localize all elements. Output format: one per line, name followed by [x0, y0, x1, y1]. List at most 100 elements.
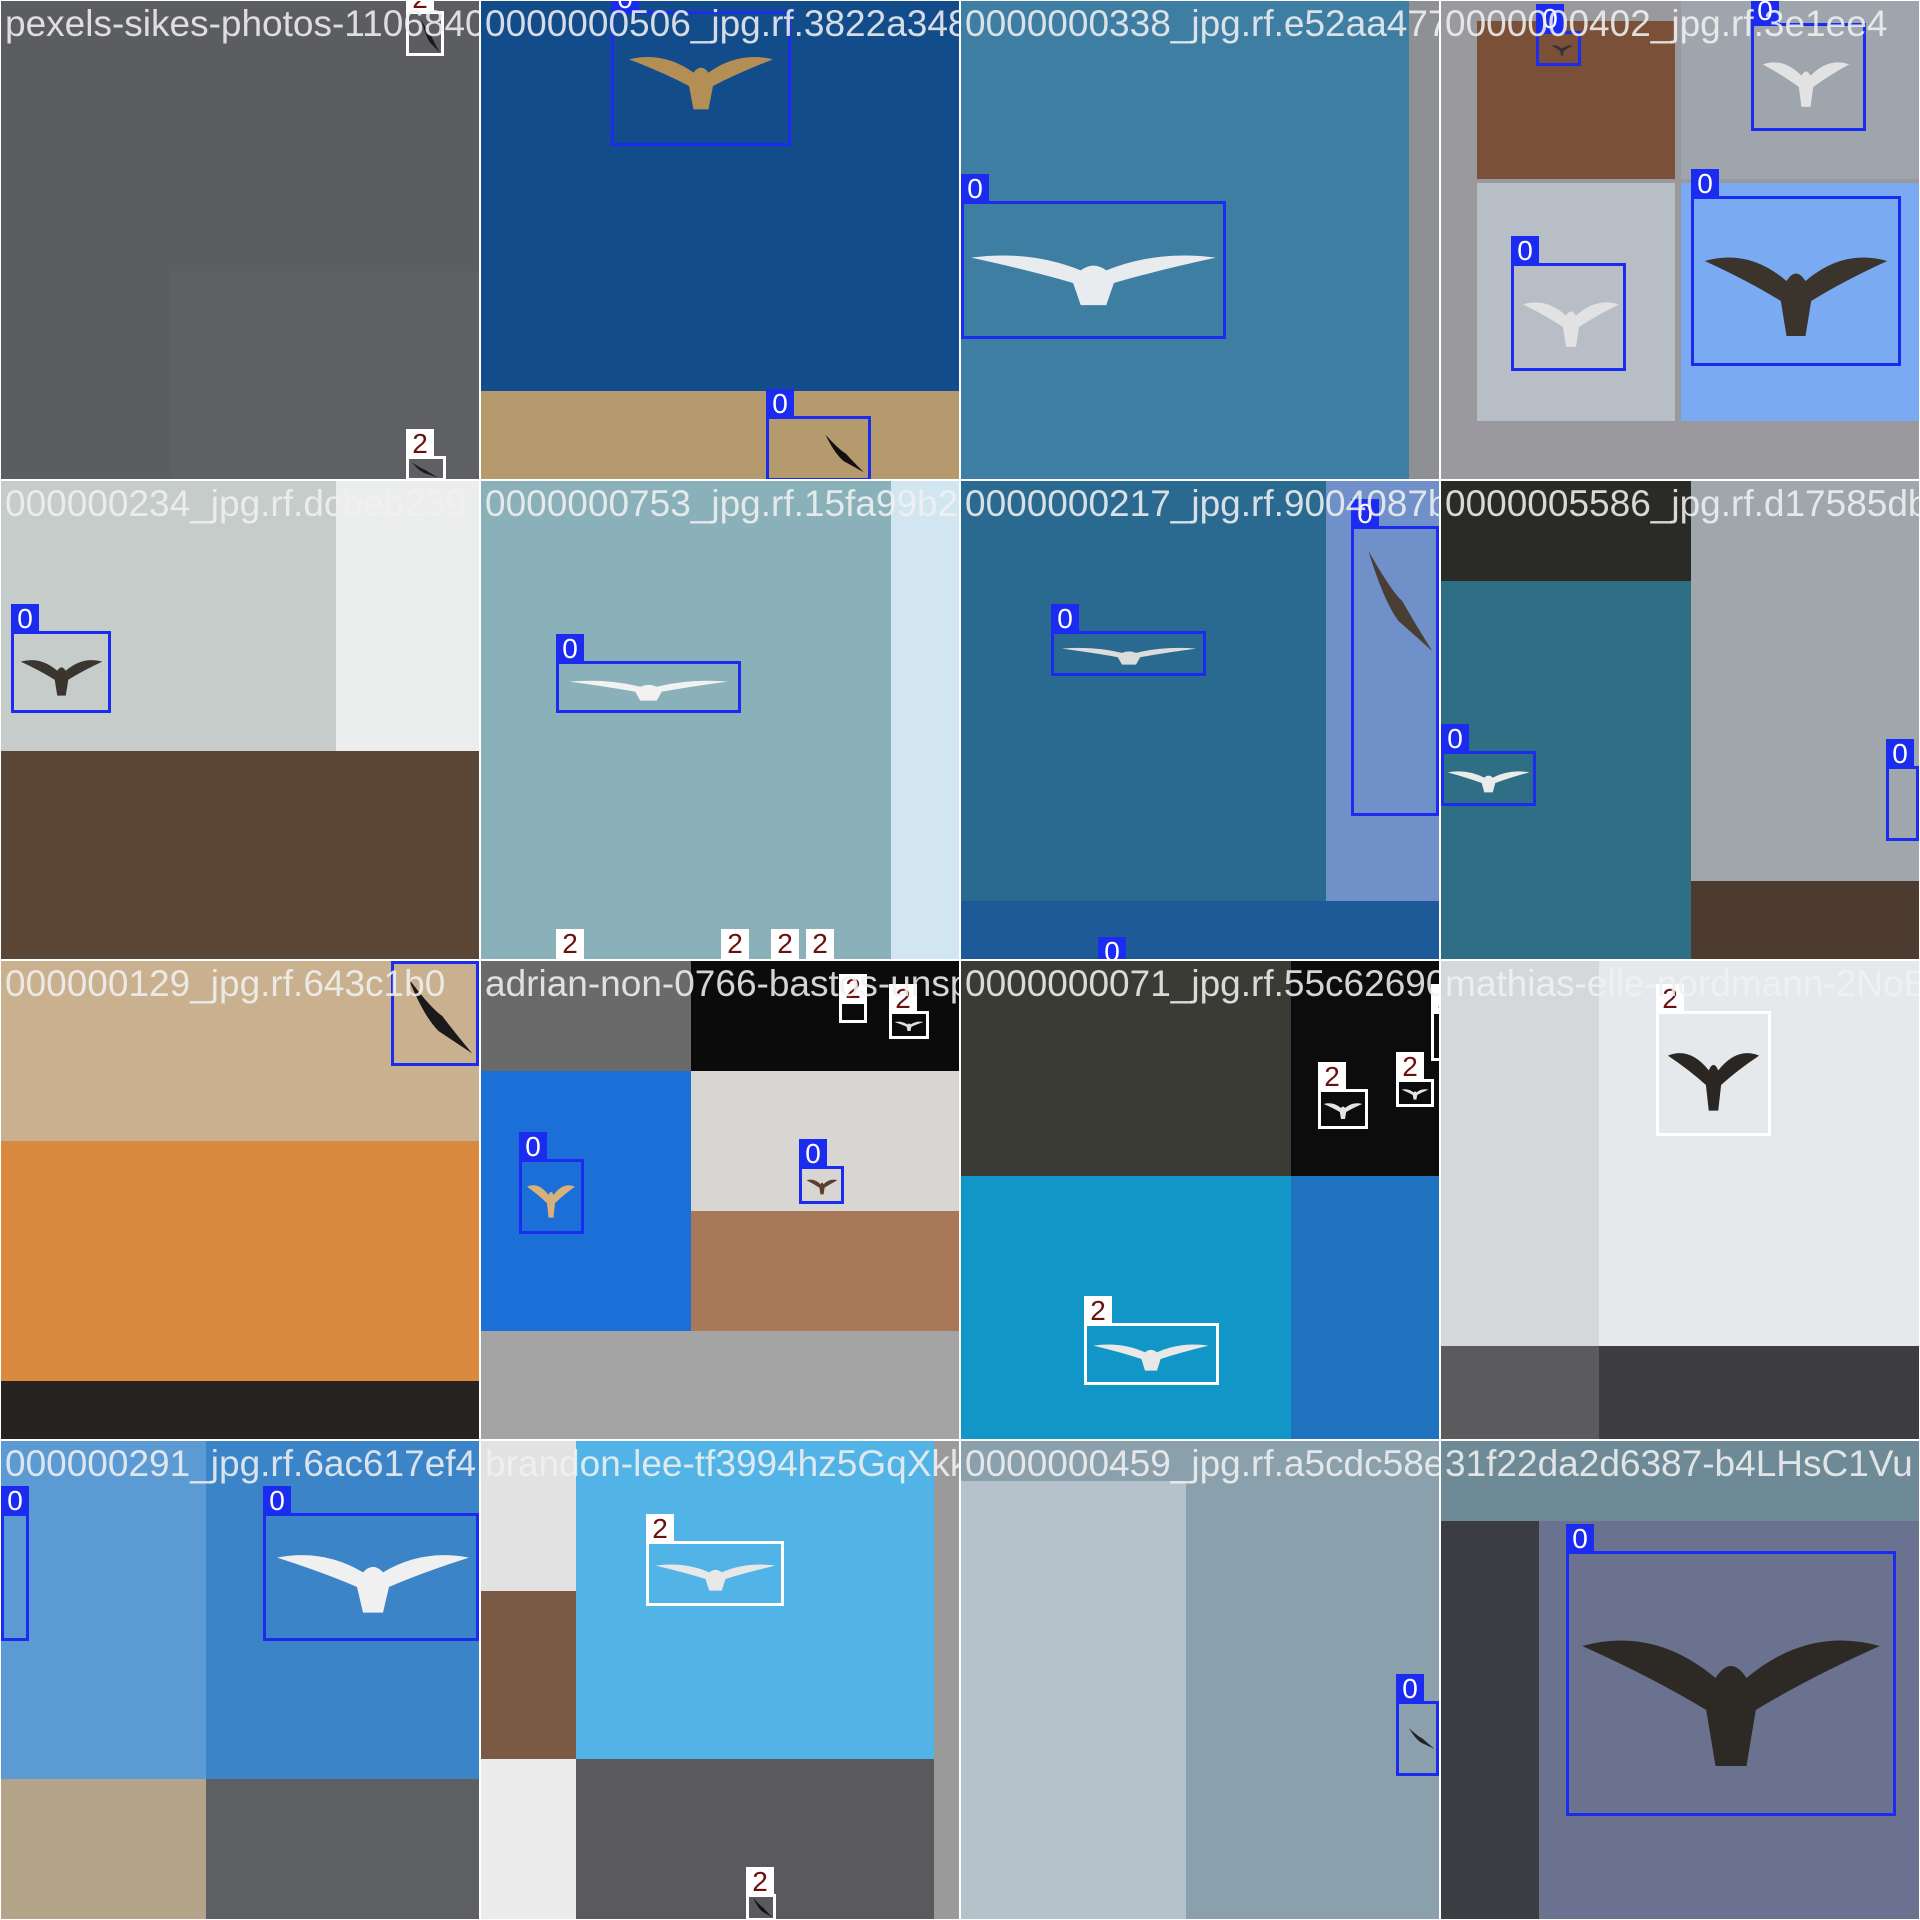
class-label: 2	[556, 929, 584, 959]
bounding-box: 0	[1396, 1674, 1439, 1776]
bounding-box: 0	[391, 961, 479, 1066]
class-label: 2	[806, 929, 834, 959]
class-label: 0	[611, 1, 639, 14]
class-label: 2	[406, 1, 434, 14]
image-region	[1409, 1, 1439, 479]
bounding-box: 2	[1431, 984, 1439, 1061]
image-region	[891, 481, 959, 959]
mosaic-tile: 22220000000071_jpg.rf.55c62690	[961, 961, 1439, 1439]
bounding-box: 0	[1511, 236, 1626, 371]
image-region	[1, 1779, 206, 1919]
bounding-box: 2	[1396, 1052, 1434, 1107]
class-label: 0	[556, 634, 584, 664]
class-label: 0	[1566, 1524, 1594, 1554]
image-region	[1691, 881, 1919, 959]
bounding-box: 0	[611, 1, 791, 146]
class-label: 0	[799, 1139, 827, 1169]
class-label: 0	[1351, 499, 1379, 529]
bounding-box: 2	[646, 1514, 784, 1606]
bounding-box: 2	[1318, 1062, 1368, 1129]
bounding-box: 2	[406, 1, 444, 56]
bounding-box: 0	[556, 634, 741, 713]
bounding-box: 0	[519, 1132, 584, 1234]
mosaic-tile: 22pexels-sikes-photos-11068400_jpg.rf.	[1, 1, 479, 479]
image-region	[961, 961, 1291, 1176]
class-label: 0	[519, 1132, 547, 1162]
class-label: 2	[1084, 1296, 1112, 1326]
image-region	[1441, 1441, 1919, 1521]
class-label: 0	[1691, 169, 1719, 199]
image-region	[481, 1441, 576, 1591]
image-region	[481, 1759, 576, 1919]
image-region	[1599, 1346, 1919, 1439]
bounding-box: 2	[1656, 984, 1771, 1136]
mosaic-tile: 2 mathias-elle-nordmann-2NoB	[1441, 961, 1919, 1439]
class-label: 0	[1396, 1674, 1424, 1704]
class-label: 0	[1051, 604, 1079, 634]
mosaic-tile: 0000000129_jpg.rf.643c1b0	[1, 961, 479, 1439]
mosaic-tile: 0 0000000338_jpg.rf.e52aa4776	[961, 1, 1439, 479]
bounding-box: 0	[1536, 4, 1581, 66]
class-label: 0	[391, 961, 419, 964]
image-region	[1, 751, 479, 959]
class-label: 2	[1431, 984, 1439, 1014]
bounding-box: 2	[746, 1867, 776, 1919]
mosaic-tile: 0 31f22da2d6387-b4LHsC1Vu	[1441, 1441, 1919, 1919]
bounding-box: 0	[1886, 739, 1919, 841]
image-region	[1441, 1346, 1599, 1439]
class-label: 2	[406, 429, 434, 459]
bounding-box: 2	[771, 929, 799, 959]
bounding-box: 2	[1084, 1296, 1219, 1385]
bounding-box: 0	[961, 174, 1226, 339]
mosaic-tile: 22brandon-lee-tf3994hz5GqXkk-un	[481, 1441, 959, 1919]
image-region	[481, 961, 691, 1071]
class-label: 0	[1886, 739, 1914, 769]
bounding-box: 0	[1051, 604, 1206, 676]
class-label: 2	[839, 974, 867, 1004]
image-region	[961, 901, 1439, 959]
class-label: 0	[1098, 937, 1126, 959]
bounding-box: 2	[889, 984, 929, 1039]
image-region	[206, 1779, 479, 1919]
bounding-box: 0	[766, 389, 871, 479]
mosaic-tile: 000000000506_jpg.rf.3822a348	[481, 1, 959, 479]
class-label: 0	[11, 604, 39, 634]
bounding-box: 0	[1751, 1, 1866, 131]
class-label: 0	[1, 1486, 29, 1516]
mosaic-tile: 0 0 0 0 0000000402_jpg.rf.3e1ee4	[1441, 1, 1919, 479]
bounding-box: 0	[1441, 724, 1536, 806]
bounding-box: 2	[839, 974, 867, 1023]
class-label: 2	[1656, 984, 1684, 1014]
image-region	[1291, 1176, 1439, 1439]
image-region	[336, 481, 479, 751]
class-label: 2	[889, 984, 917, 1014]
class-label: 2	[1318, 1062, 1346, 1092]
image-region	[481, 481, 959, 959]
image-region	[481, 391, 959, 479]
class-label: 0	[766, 389, 794, 419]
mosaic-tile: 0 0 2 2 adrian-non-0766-bastos-unsp	[481, 961, 959, 1439]
bounding-box: 0	[263, 1486, 479, 1641]
mosaic-tile: 0 0 000000291_jpg.rf.6ac617ef4	[1, 1441, 479, 1919]
bounding-box: 0	[11, 604, 111, 713]
class-label: 2	[1396, 1052, 1424, 1082]
image-region	[961, 1481, 1186, 1919]
bounding-box: 2	[721, 929, 749, 959]
class-label: 0	[1536, 4, 1564, 34]
mosaic-tile: 0 0 0 0000000217_jpg.rf.9004087b	[961, 481, 1439, 959]
class-label: 0	[263, 1486, 291, 1516]
bounding-box: 2	[806, 929, 834, 959]
bounding-box: 0	[1, 1486, 29, 1641]
class-label: 2	[746, 1867, 774, 1897]
bounding-box: 0	[1566, 1524, 1896, 1816]
mosaic-tile: 0 2 2 2 2 0000000753_jpg.rf.15fa99b2	[481, 481, 959, 959]
mosaic-tile: 0 0000000459_jpg.rf.a5cdc58e	[961, 1441, 1439, 1919]
image-region	[481, 1071, 691, 1331]
mosaic-tile: 0 000000234_jpg.rf.dcbeb239	[1, 481, 479, 959]
class-label: 0	[961, 174, 989, 204]
bounding-box: 0	[1691, 169, 1901, 366]
class-label: 0	[1511, 236, 1539, 266]
bounding-box: 0	[799, 1139, 844, 1204]
class-label: 0	[1441, 724, 1469, 754]
class-label: 2	[771, 929, 799, 959]
